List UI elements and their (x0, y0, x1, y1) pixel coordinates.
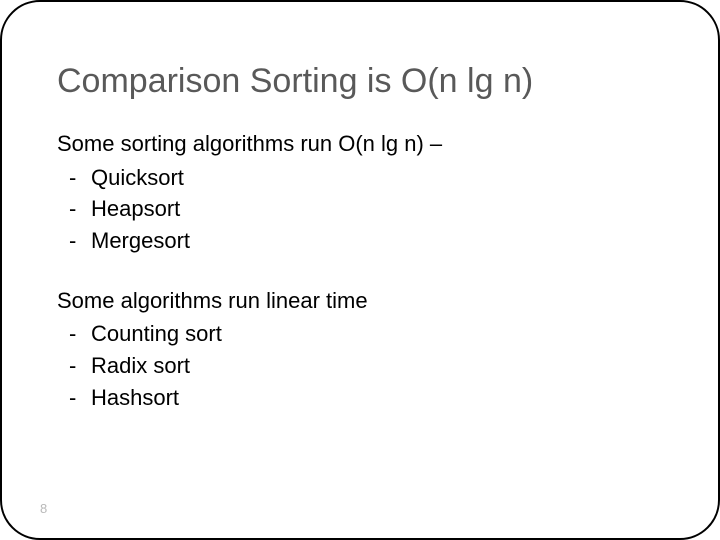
list-item: Mergesort (57, 226, 668, 256)
slide-body: Some sorting algorithms run O(n lg n) – … (57, 129, 668, 413)
section1-list: Quicksort Heapsort Mergesort (57, 163, 668, 256)
slide-title: Comparison Sorting is O(n lg n) (57, 62, 668, 101)
list-item: Radix sort (57, 351, 668, 381)
list-item: Quicksort (57, 163, 668, 193)
list-item: Counting sort (57, 319, 668, 349)
section2-intro: Some algorithms run linear time (57, 286, 668, 316)
page-number: 8 (40, 501, 47, 516)
list-item: Hashsort (57, 383, 668, 413)
section1-intro: Some sorting algorithms run O(n lg n) – (57, 129, 668, 159)
slide-frame: Comparison Sorting is O(n lg n) Some sor… (0, 0, 720, 540)
list-item: Heapsort (57, 194, 668, 224)
section2-list: Counting sort Radix sort Hashsort (57, 319, 668, 412)
